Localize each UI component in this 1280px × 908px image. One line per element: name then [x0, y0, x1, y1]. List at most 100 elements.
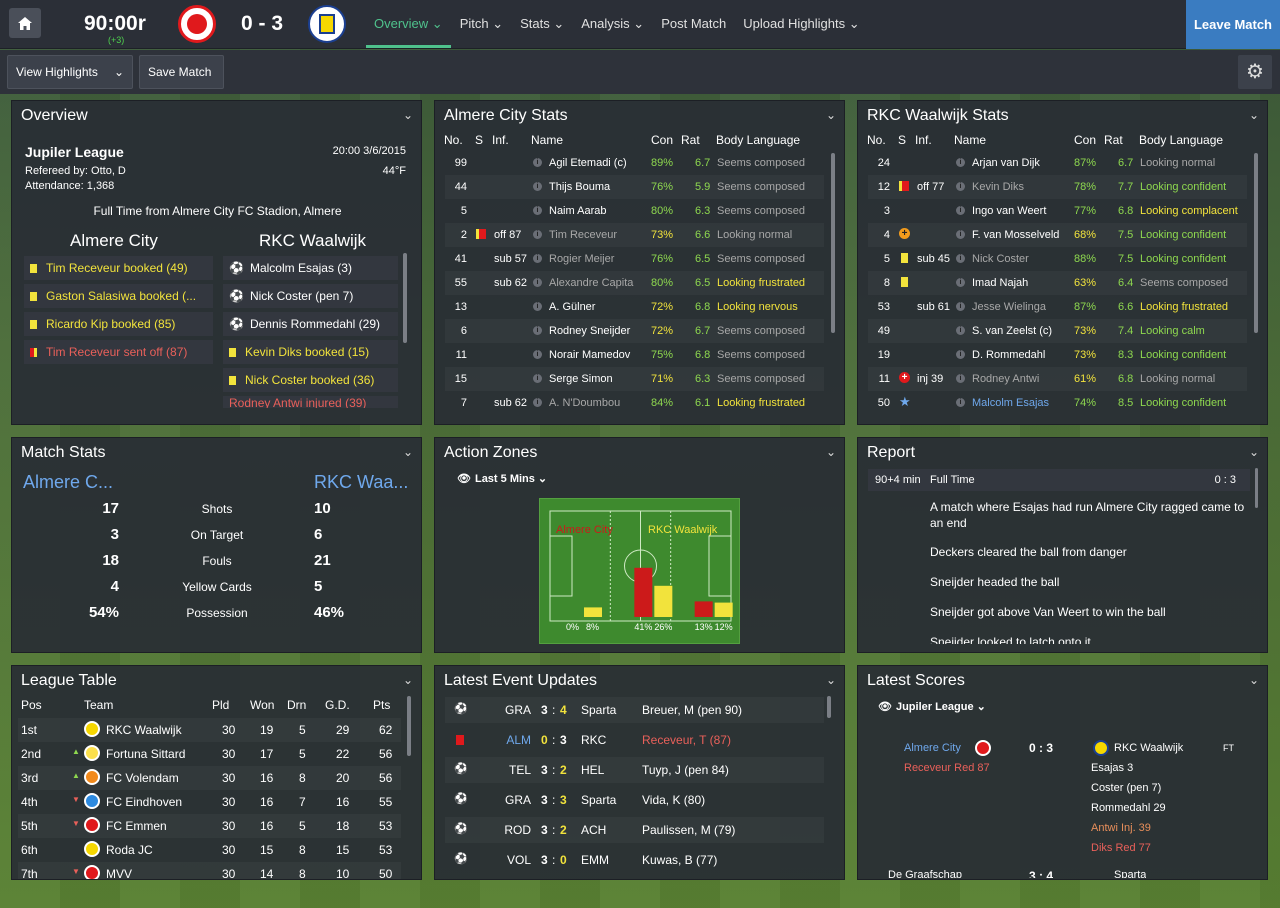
player-row[interactable]: 2 off 87 i Tim Receveur 73% 6.6 Looking normal — [445, 223, 824, 247]
column-header[interactable]: Name — [531, 133, 563, 147]
scrollbar[interactable] — [831, 153, 835, 333]
player-row[interactable]: 4 + i F. van Mosselveld 68% 7.5 Looking confid… — [868, 223, 1247, 247]
league-row[interactable]: 3rd ▲ FC Volendam 30 16 8 20 56 — [18, 766, 401, 790]
league-row[interactable]: 4th ▼ FC Eindhoven 30 16 7 16 55 — [18, 790, 401, 814]
info-icon[interactable]: i — [533, 182, 542, 191]
player-row[interactable]: 99 i Agil Etemadi (c) 89% 6.7 Seems composed — [445, 151, 824, 175]
player-row[interactable]: 24 i Arjan van Dijk 87% 6.7 Looking normal — [868, 151, 1247, 175]
column-header[interactable]: Rat — [1104, 133, 1123, 147]
player-name[interactable]: Nick Coster — [972, 253, 1029, 265]
info-icon[interactable]: i — [533, 206, 542, 215]
player-name[interactable]: Kevin Diks — [972, 181, 1024, 193]
column-header[interactable]: Won — [250, 698, 274, 712]
info-icon[interactable]: i — [956, 302, 965, 311]
column-header[interactable]: S — [475, 133, 483, 147]
save-match-button[interactable]: Save Match — [139, 55, 224, 89]
league-row[interactable]: 6th Roda JC 30 15 8 15 53 — [18, 838, 401, 862]
tab-analysis[interactable]: Analysis ⌄ — [573, 0, 652, 48]
column-header[interactable]: Con — [651, 133, 673, 147]
tab-post-match[interactable]: Post Match — [653, 0, 734, 48]
column-header[interactable]: No. — [867, 133, 886, 147]
team-name[interactable]: MVV — [106, 867, 132, 879]
player-row[interactable]: 5 sub 45 i Nick Coster 88% 7.5 Looking confide… — [868, 247, 1247, 271]
info-icon[interactable]: i — [956, 350, 965, 359]
info-icon[interactable]: i — [956, 374, 965, 383]
league-row[interactable]: 5th ▼ FC Emmen 30 16 5 18 53 — [18, 814, 401, 838]
column-header[interactable]: Team — [84, 698, 113, 712]
info-icon[interactable]: i — [956, 398, 965, 407]
info-icon[interactable]: i — [956, 158, 965, 167]
player-row[interactable]: 53 sub 61 i Jesse Wielinga 87% 6.6 Looking fru… — [868, 295, 1247, 319]
next-score-home[interactable]: De Graafschap — [888, 869, 962, 878]
team-name[interactable]: Roda JC — [106, 843, 153, 857]
player-name[interactable]: F. van Mosselveld — [972, 229, 1059, 241]
info-icon[interactable]: i — [533, 326, 542, 335]
info-icon[interactable]: i — [533, 158, 542, 167]
league-row[interactable]: 7th ▼ MVV 30 14 8 10 50 — [18, 862, 401, 879]
score-away-team[interactable]: RKC Waalwijk — [1114, 742, 1183, 754]
home-button[interactable] — [9, 8, 41, 38]
tab-stats[interactable]: Stats ⌄ — [512, 0, 572, 48]
chevron-down-icon[interactable]: ⌄ — [1249, 445, 1259, 459]
player-row[interactable]: 5 i Naim Aarab 80% 6.3 Seems composed — [445, 199, 824, 223]
column-header[interactable]: Drn — [287, 698, 306, 712]
info-icon[interactable]: i — [956, 278, 965, 287]
info-icon[interactable]: i — [956, 326, 965, 335]
view-highlights-button[interactable]: View Highlights ⌄ — [7, 55, 133, 89]
event-row[interactable]: ALM 0:3 RKC Receveur, T (87) — [445, 727, 824, 753]
player-row[interactable]: 11 + inj 39 i Rodney Antwi 61% 6.8 Looking norm… — [868, 367, 1247, 391]
player-name[interactable]: S. van Zeelst (c) — [972, 325, 1052, 337]
scrollbar[interactable] — [1254, 153, 1258, 333]
chevron-down-icon[interactable]: ⌄ — [826, 445, 836, 459]
column-header[interactable]: Body Language — [716, 133, 800, 147]
info-icon[interactable]: i — [533, 278, 542, 287]
leave-match-button[interactable]: Leave Match — [1186, 0, 1280, 49]
league-filter-dropdown[interactable]: 👁 Jupiler League ⌄ — [878, 700, 986, 713]
chevron-down-icon[interactable]: ⌄ — [403, 673, 413, 687]
player-name[interactable]: D. Rommedahl — [972, 349, 1045, 361]
next-score-away[interactable]: Sparta — [1114, 869, 1146, 878]
chevron-down-icon[interactable]: ⌄ — [826, 108, 836, 122]
column-header[interactable]: Name — [954, 133, 986, 147]
event-row[interactable]: ⚽ ROD 3:2 ACH Paulissen, M (79) — [445, 817, 824, 843]
column-header[interactable]: Body Language — [1139, 133, 1223, 147]
player-name[interactable]: Thijs Bouma — [549, 181, 610, 193]
player-row[interactable]: 3 i Ingo van Weert 77% 6.8 Looking complacent — [868, 199, 1247, 223]
column-header[interactable]: No. — [444, 133, 463, 147]
score-home-team[interactable]: Almere City — [904, 742, 961, 754]
player-row[interactable]: 8 i Imad Najah 63% 6.4 Seems composed — [868, 271, 1247, 295]
column-header[interactable]: Rat — [681, 133, 700, 147]
player-name[interactable]: Jesse Wielinga — [972, 301, 1046, 313]
player-row[interactable]: 6 i Rodney Sneijder 72% 6.7 Seems composed — [445, 319, 824, 343]
player-row[interactable]: 12 off 77 i Kevin Diks 78% 7.7 Looking confide… — [868, 175, 1247, 199]
scrollbar[interactable] — [1255, 468, 1258, 508]
chevron-down-icon[interactable]: ⌄ — [403, 108, 413, 122]
player-name[interactable]: Alexandre Capita — [549, 277, 633, 289]
team-name[interactable]: FC Eindhoven — [106, 795, 182, 809]
player-row[interactable]: 13 i A. Gülner 72% 6.8 Looking nervous — [445, 295, 824, 319]
info-icon[interactable]: i — [533, 302, 542, 311]
league-row[interactable]: 2nd ▲ Fortuna Sittard 30 17 5 22 56 — [18, 742, 401, 766]
tab-pitch[interactable]: Pitch ⌄ — [452, 0, 511, 48]
player-name[interactable]: Ingo van Weert — [972, 205, 1046, 217]
info-icon[interactable]: i — [956, 254, 965, 263]
tab-overview[interactable]: Overview ⌄ — [366, 0, 451, 48]
league-row[interactable]: 1st RKC Waalwijk 30 19 5 29 62 — [18, 718, 401, 742]
event-row[interactable]: ⚽ GRA 3:3 Sparta Vida, K (80) — [445, 787, 824, 813]
player-row[interactable]: 11 i Norair Mamedov 75% 6.8 Seems composed — [445, 343, 824, 367]
info-icon[interactable]: i — [533, 254, 542, 263]
info-icon[interactable]: i — [956, 182, 965, 191]
info-icon[interactable]: i — [533, 230, 542, 239]
team-name[interactable]: Fortuna Sittard — [106, 747, 185, 761]
team-name[interactable]: RKC Waalwijk — [106, 723, 182, 737]
column-header[interactable]: S — [898, 133, 906, 147]
player-name[interactable]: A. N'Doumbou — [549, 397, 620, 409]
player-name[interactable]: Rogier Meijer — [549, 253, 614, 265]
chevron-down-icon[interactable]: ⌄ — [1249, 108, 1259, 122]
player-row[interactable]: 49 i S. van Zeelst (c) 73% 7.4 Looking calm — [868, 319, 1247, 343]
player-row[interactable]: 7 sub 62 i A. N'Doumbou 84% 6.1 Looking frustr… — [445, 391, 824, 415]
column-header[interactable]: Con — [1074, 133, 1096, 147]
player-name[interactable]: Serge Simon — [549, 373, 613, 385]
player-row[interactable]: 55 sub 62 i Alexandre Capita 80% 6.5 Looking f… — [445, 271, 824, 295]
settings-gear-icon[interactable]: ⚙ — [1238, 55, 1272, 89]
